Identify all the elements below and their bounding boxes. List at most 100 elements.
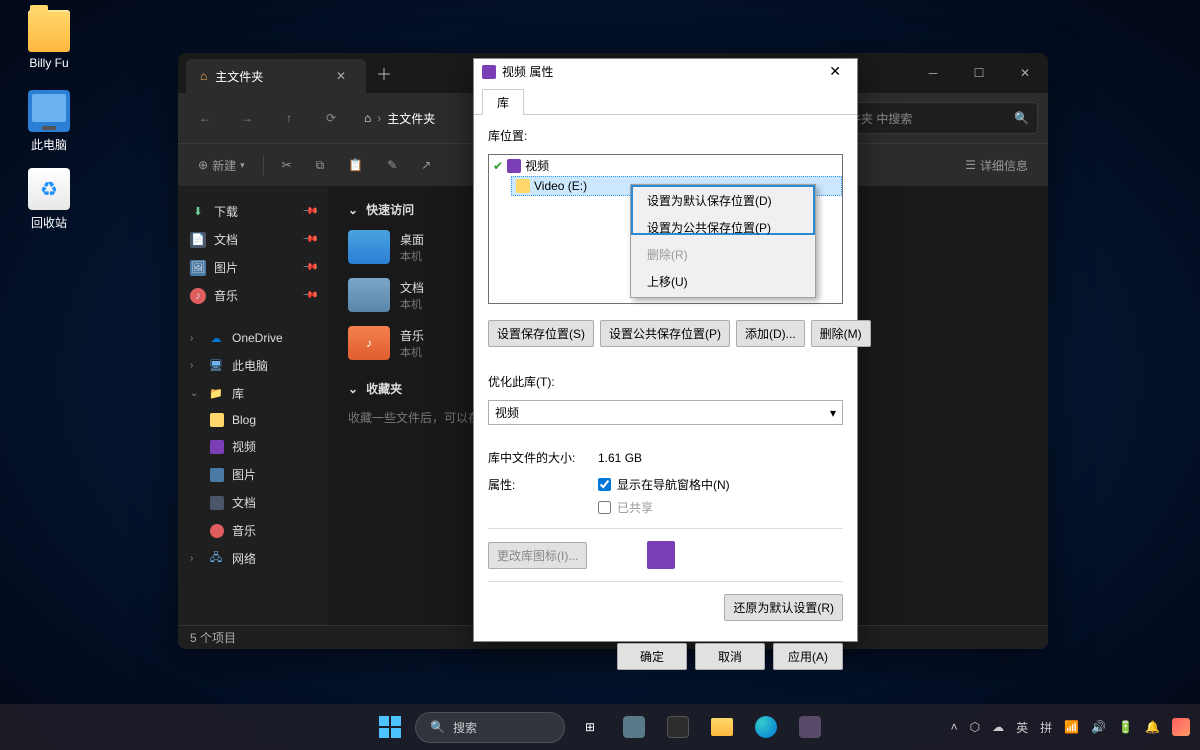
sidebar-item-onedrive[interactable]: ›☁OneDrive	[184, 325, 322, 351]
chevron-down-icon: ⌄	[348, 203, 358, 217]
ime-indicator[interactable]: 英	[1016, 719, 1028, 736]
sidebar-item-music[interactable]: ♪音乐📌	[184, 282, 322, 309]
optimize-row: 优化此库(T):	[488, 373, 843, 390]
tab-home[interactable]: ⌂ 主文件夹 ✕	[186, 59, 366, 93]
taskbar-app[interactable]	[659, 708, 697, 746]
share-button[interactable]: ↗	[411, 152, 441, 178]
music-icon: ♪	[190, 288, 206, 304]
desktop-icon-label: 回收站	[14, 214, 84, 231]
ctx-move-up[interactable]: 上移(U)	[633, 268, 813, 295]
desktop-icon-thispc[interactable]: 此电脑	[14, 90, 84, 153]
search-input[interactable]: 文件夹 中搜索 🔍	[828, 102, 1038, 134]
details-icon: ☰	[965, 158, 976, 172]
folder-icon	[711, 718, 733, 736]
folder-icon	[516, 179, 530, 193]
change-icon-button[interactable]: 更改库图标(I)...	[488, 542, 587, 569]
tray-icon[interactable]: ⬡	[970, 720, 980, 734]
video-icon	[647, 541, 675, 569]
taskbar-app[interactable]	[791, 708, 829, 746]
sidebar-item-documents-lib[interactable]: 文档	[204, 489, 322, 516]
check-icon: ✔	[493, 159, 503, 173]
battery-icon[interactable]: 🔋	[1118, 720, 1133, 734]
tab-library[interactable]: 库	[482, 89, 524, 115]
sidebar-item-thispc[interactable]: ›🖥此电脑	[184, 352, 322, 379]
show-in-nav-checkbox[interactable]: 显示在导航窗格中(N)	[598, 476, 730, 493]
ctx-set-public-save[interactable]: 设置为公共保存位置(P)	[633, 214, 813, 241]
taskbar-search[interactable]: 🔍 搜索	[415, 712, 565, 743]
cancel-button[interactable]: 取消	[695, 643, 765, 670]
new-button[interactable]: ⊕ 新建 ▾	[188, 151, 255, 180]
copy-button[interactable]: ⧉	[306, 152, 335, 179]
forward-button[interactable]: →	[230, 101, 264, 135]
sidebar-item-video[interactable]: 视频	[204, 433, 322, 460]
ok-button[interactable]: 确定	[617, 643, 687, 670]
ime-indicator[interactable]: 拼	[1040, 719, 1052, 736]
copy-icon: ⧉	[316, 158, 325, 173]
taskbar-app[interactable]	[615, 708, 653, 746]
tray-app-icon[interactable]	[1172, 718, 1190, 736]
volume-icon[interactable]: 🔊	[1091, 720, 1106, 734]
tab-close-button[interactable]: ✕	[330, 67, 352, 85]
details-button[interactable]: ☰ 详细信息	[955, 151, 1038, 180]
location-row[interactable]: ✔ 视频	[489, 155, 842, 176]
add-button[interactable]: 添加(D)...	[736, 320, 805, 347]
sidebar-item-music-lib[interactable]: 音乐	[204, 517, 322, 544]
ctx-remove[interactable]: 删除(R)	[633, 241, 813, 268]
cut-button[interactable]: ✂	[272, 152, 302, 178]
up-button[interactable]: ↑	[272, 101, 306, 135]
optimize-select[interactable]: 视频 ▾	[488, 400, 843, 425]
set-save-location-button[interactable]: 设置保存位置(S)	[488, 320, 594, 347]
sidebar-item-network[interactable]: ›🖧网络	[184, 545, 322, 572]
video-icon	[210, 440, 224, 454]
paste-button[interactable]: 📋	[338, 152, 373, 178]
breadcrumb[interactable]: ⌂ › 主文件夹	[356, 110, 443, 127]
folder-icon: ♪	[348, 326, 390, 360]
new-tab-button[interactable]: ＋	[376, 61, 392, 85]
wifi-icon[interactable]: 📶	[1064, 720, 1079, 734]
library-icon: 📁	[208, 386, 224, 402]
rename-button[interactable]: ✎	[377, 152, 407, 178]
minimize-button[interactable]: ─	[910, 54, 956, 92]
sidebar-item-pictures-lib[interactable]: 图片	[204, 461, 322, 488]
document-icon: 📄	[190, 232, 206, 248]
recycle-bin-icon: ♻	[28, 168, 70, 210]
sidebar-item-documents[interactable]: 📄文档📌	[184, 226, 322, 253]
sidebar-item-blog[interactable]: Blog	[204, 408, 322, 432]
tab-label: 主文件夹	[215, 68, 263, 85]
task-view-button[interactable]: ⊞	[571, 708, 609, 746]
taskbar-edge[interactable]	[747, 708, 785, 746]
restore-defaults-button[interactable]: 还原为默认设置(R)	[724, 594, 843, 621]
chevron-down-icon: ▾	[240, 160, 245, 171]
chevron-down-icon: ▾	[830, 406, 836, 420]
app-icon	[623, 716, 645, 738]
taskbar-center: 🔍 搜索 ⊞	[371, 708, 829, 746]
location-buttons: 设置保存位置(S) 设置公共保存位置(P) 添加(D)... 删除(M)	[488, 320, 843, 347]
back-button[interactable]: ←	[188, 101, 222, 135]
sidebar-item-downloads[interactable]: ⬇下载📌	[184, 198, 322, 225]
maximize-button[interactable]: ☐	[956, 54, 1002, 92]
share-icon: ↗	[421, 158, 431, 172]
tray-chevron-up-icon[interactable]: ˄	[951, 720, 958, 734]
onedrive-icon[interactable]: ☁	[992, 720, 1004, 734]
set-public-save-location-button[interactable]: 设置公共保存位置(P)	[600, 320, 730, 347]
ctx-set-default-save[interactable]: 设置为默认保存位置(D)	[633, 187, 813, 214]
close-button[interactable]: ✕	[1002, 54, 1048, 92]
apply-button[interactable]: 应用(A)	[773, 643, 843, 670]
start-button[interactable]	[371, 708, 409, 746]
pin-icon: 📌	[301, 259, 318, 276]
taskbar: 🔍 搜索 ⊞ ˄ ⬡ ☁ 英 拼 📶 🔊 🔋 🔔	[0, 704, 1200, 750]
close-button[interactable]: ✕	[821, 59, 849, 84]
notifications-icon[interactable]: 🔔	[1145, 720, 1160, 734]
refresh-button[interactable]: ⟳	[314, 101, 348, 135]
shared-checkbox[interactable]: 已共享	[598, 499, 730, 516]
sidebar-item-pictures[interactable]: 🖼图片📌	[184, 254, 322, 281]
taskbar-explorer[interactable]	[703, 708, 741, 746]
home-icon: ⌂	[200, 69, 207, 83]
desktop-icon-recyclebin[interactable]: ♻ 回收站	[14, 168, 84, 231]
taskview-icon: ⊞	[585, 720, 595, 734]
remove-button[interactable]: 删除(M)	[811, 320, 871, 347]
desktop-icon-user[interactable]: Billy Fu	[14, 10, 84, 70]
sidebar-item-libraries[interactable]: ⌄📁库	[184, 380, 322, 407]
properties-dialog: 视频 属性 ✕ 库 库位置: ✔ 视频 Video (E:) 设置保存位置(S)…	[473, 58, 858, 642]
chevron-down-icon: ⌄	[190, 388, 200, 399]
